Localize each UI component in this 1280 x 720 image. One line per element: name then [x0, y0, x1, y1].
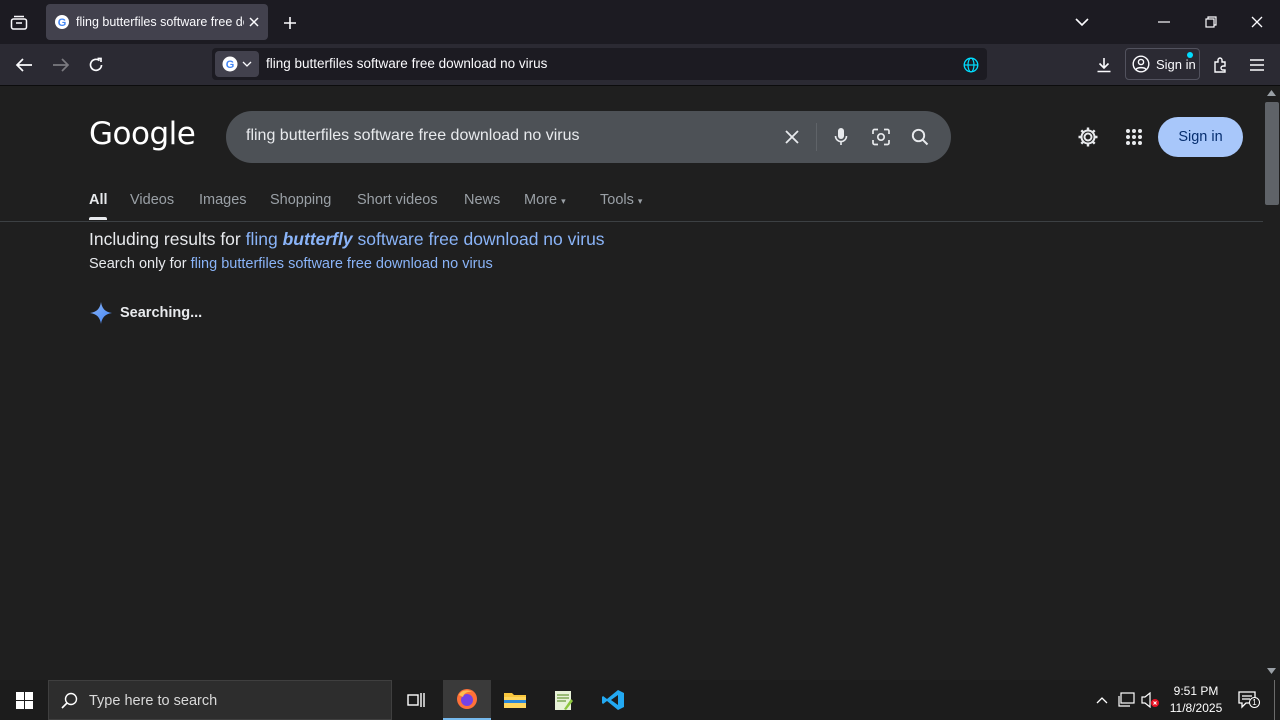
corrected-post: software free download no virus [357, 229, 605, 249]
show-desktop-button[interactable] [1274, 680, 1275, 720]
task-view-icon[interactable] [392, 680, 440, 720]
clock-time: 9:51 PM [1173, 684, 1219, 698]
clear-icon[interactable] [782, 127, 802, 147]
search-only-for: Search only for fling butterfiles softwa… [89, 256, 493, 272]
notification-dot [1187, 52, 1193, 58]
google-signin-button[interactable]: Sign in [1158, 117, 1243, 157]
account-icon [1132, 55, 1150, 73]
searching-status: Searching... [90, 302, 202, 324]
search-query[interactable]: fling butterfiles software free download… [246, 127, 580, 145]
taskbar: Type here to search 9:51 PM 11/8/2025 1 [0, 680, 1280, 720]
extensions-puzzle-icon[interactable] [1210, 55, 1230, 75]
lens-camera-icon[interactable] [870, 127, 892, 147]
close-window-icon[interactable] [1247, 13, 1267, 31]
only-prefix: Search only for [89, 256, 187, 272]
account-signin-label: Sign in [1156, 56, 1196, 72]
corrected-pre: fling [245, 229, 278, 249]
list-all-tabs-icon[interactable] [8, 12, 30, 34]
taskbar-search-placeholder: Type here to search [89, 693, 218, 709]
tab-images[interactable]: Images [199, 192, 247, 208]
windows-start-icon[interactable] [0, 680, 48, 720]
tab-strip: G fling butterfiles software free do [0, 0, 1280, 44]
notification-center-icon[interactable]: 1 [1236, 689, 1260, 711]
address-bar[interactable]: G fling butterfiles software free downlo… [212, 48, 987, 80]
apps-grid-icon[interactable] [1123, 126, 1145, 148]
search-icon [61, 692, 78, 709]
tab-news[interactable]: News [464, 192, 500, 208]
new-tab-icon[interactable] [280, 13, 300, 33]
chevron-down-icon [242, 61, 252, 67]
caret-down-icon: ▾ [637, 196, 643, 206]
file-explorer-icon[interactable] [491, 680, 539, 720]
divider [816, 123, 817, 151]
caret-down-icon: ▾ [561, 196, 566, 206]
original-query-link[interactable]: fling butterfiles software free download… [191, 256, 493, 272]
microphone-icon[interactable] [831, 126, 851, 148]
tab-all[interactable]: All [89, 192, 108, 208]
back-arrow-icon[interactable] [14, 55, 34, 75]
search-icon[interactable] [910, 127, 930, 147]
page-content [0, 86, 1263, 680]
restore-icon[interactable] [1201, 13, 1221, 31]
notification-count: 1 [1249, 697, 1260, 708]
network-icon[interactable] [1117, 691, 1137, 709]
active-tab-indicator [89, 217, 107, 220]
sparkle-icon [90, 302, 112, 324]
chevron-down-icon[interactable] [1072, 13, 1092, 31]
including-results: Including results for fling butterfly so… [89, 229, 605, 250]
tab-more-label: More [524, 192, 558, 208]
reload-icon[interactable] [86, 55, 106, 75]
taskbar-search-box[interactable]: Type here to search [48, 680, 392, 720]
tab-more[interactable]: More ▾ [524, 192, 566, 208]
vscode-icon[interactable] [589, 680, 637, 720]
url-text: fling butterfiles software free download… [266, 56, 548, 71]
notepad-plus-icon[interactable] [539, 680, 587, 720]
volume-muted-icon[interactable] [1141, 691, 1161, 709]
forward-arrow-icon[interactable] [51, 55, 71, 75]
tab-short-videos[interactable]: Short videos [357, 192, 438, 208]
svg-text:G: G [226, 59, 235, 71]
search-tabs: All Videos Images Shopping Short videos … [0, 186, 1263, 222]
google-g-icon: G [222, 56, 238, 72]
search-input[interactable]: fling butterfiles software free download… [226, 111, 951, 163]
tab-tools[interactable]: Tools ▾ [600, 192, 642, 208]
including-prefix: Including results for [89, 229, 241, 249]
browser-tab[interactable]: G fling butterfiles software free do [46, 4, 268, 40]
minimize-icon[interactable] [1154, 13, 1174, 31]
navigation-bar: G fling butterfiles software free downlo… [0, 44, 1280, 86]
menu-hamburger-icon[interactable] [1247, 55, 1267, 75]
corrected-bold: butterfly [282, 229, 353, 249]
search-engine-button[interactable]: G [215, 51, 259, 77]
tab-shopping[interactable]: Shopping [270, 192, 331, 208]
google-favicon-icon: G [54, 14, 70, 30]
google-logo[interactable]: Google [89, 116, 196, 152]
searching-label: Searching... [120, 305, 203, 321]
close-tab-icon[interactable] [248, 16, 260, 28]
firefox-taskbar-icon[interactable] [443, 680, 491, 720]
svg-text:G: G [58, 17, 67, 29]
corrected-query-link[interactable]: fling butterfly software free download n… [246, 229, 605, 249]
settings-gear-icon[interactable] [1076, 125, 1100, 149]
chevron-up-icon[interactable] [1094, 692, 1110, 708]
download-icon[interactable] [1094, 55, 1114, 75]
tab-tools-label: Tools [600, 192, 634, 208]
translate-globe-icon[interactable] [962, 56, 980, 74]
scrollbar-thumb[interactable] [1265, 102, 1279, 205]
tab-title: fling butterfiles software free do [76, 15, 244, 29]
tab-videos[interactable]: Videos [130, 192, 174, 208]
system-clock[interactable]: 9:51 PM 11/8/2025 [1166, 683, 1226, 717]
clock-date: 11/8/2025 [1169, 701, 1223, 715]
